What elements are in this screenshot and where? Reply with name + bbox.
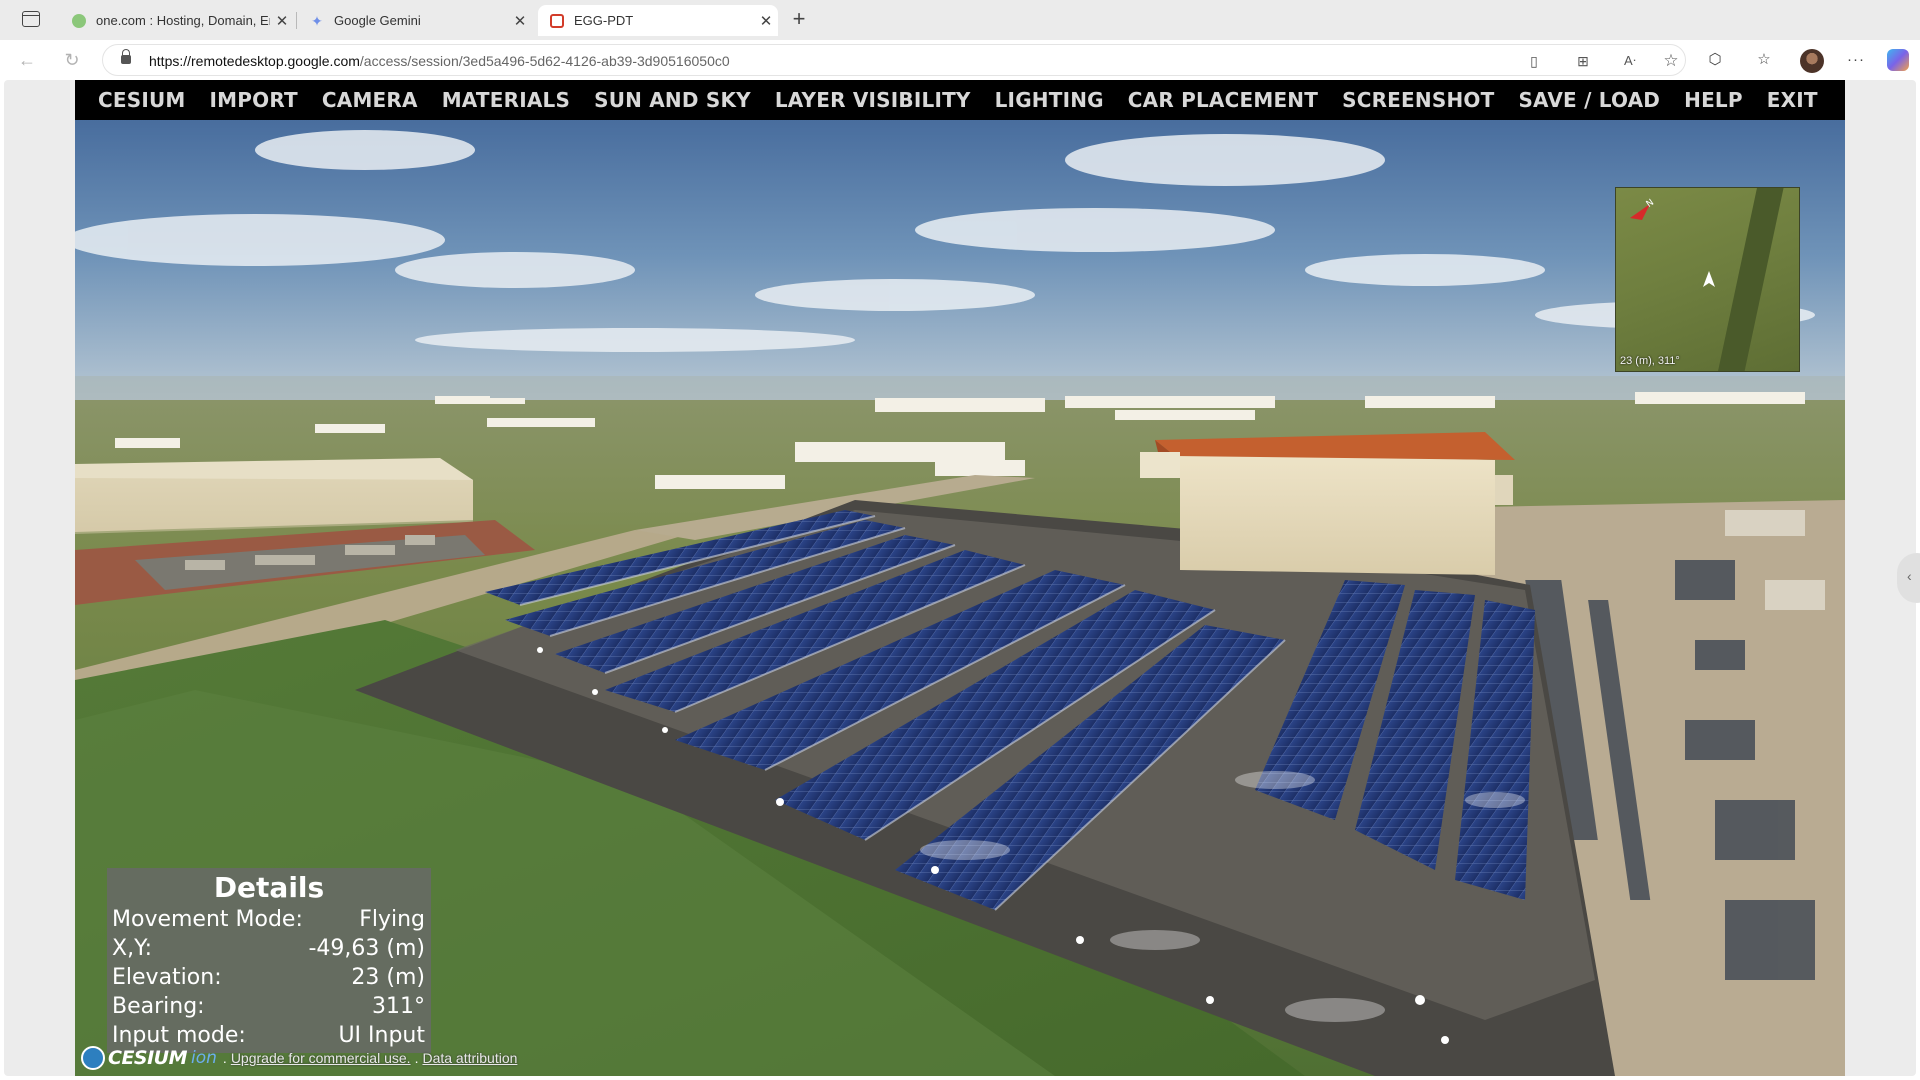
tab-bar: one.com : Hosting, Domain, Email ✕ ✦ Goo… xyxy=(0,0,1920,40)
detail-label: Movement Mode: xyxy=(112,907,303,932)
detail-value: 23 (m) xyxy=(351,965,425,990)
details-panel: Details Movement Mode: Flying X,Y: -49,6… xyxy=(107,868,431,1053)
menu-sun-and-sky[interactable]: SUN AND SKY xyxy=(594,88,751,112)
detail-value: -49,63 (m) xyxy=(308,936,425,961)
detail-row-bearing: Bearing: 311° xyxy=(107,992,431,1021)
favorite-star-icon[interactable]: ☆ xyxy=(1662,52,1680,70)
detail-value: 311° xyxy=(372,994,425,1019)
cesium-ion-logo[interactable]: CESIUM ion xyxy=(81,1046,217,1070)
menu-lighting[interactable]: LIGHTING xyxy=(995,88,1104,112)
address-bar-row: ← ↻ https://remotedesktop.google.com/acc… xyxy=(0,40,1920,80)
back-icon[interactable]: ← xyxy=(16,49,38,71)
favorites-icon[interactable]: ☆ xyxy=(1754,50,1774,70)
reload-icon[interactable]: ↻ xyxy=(61,49,83,71)
player-position-icon xyxy=(1703,271,1715,287)
new-tab-button[interactable]: + xyxy=(788,6,810,34)
close-icon[interactable]: ✕ xyxy=(508,12,532,30)
copilot-icon[interactable] xyxy=(1887,49,1909,71)
tab-one-com[interactable]: one.com : Hosting, Domain, Email ✕ xyxy=(60,5,294,36)
app-install-icon[interactable]: ⊞ xyxy=(1574,52,1592,70)
close-icon[interactable]: ✕ xyxy=(754,12,778,30)
credit-separator: . xyxy=(222,1050,227,1066)
menu-materials[interactable]: MATERIALS xyxy=(442,88,570,112)
more-icon[interactable]: ··· xyxy=(1846,50,1866,70)
sidebar-toggle-icon[interactable] xyxy=(22,11,40,27)
detail-value: Flying xyxy=(359,907,425,932)
detail-row-elevation: Elevation: 23 (m) xyxy=(107,963,431,992)
omnibox[interactable]: https://remotedesktop.google.com/access/… xyxy=(102,44,1686,76)
menu-help[interactable]: HELP xyxy=(1684,88,1743,112)
url-text[interactable]: https://remotedesktop.google.com/access/… xyxy=(149,53,730,69)
credit-separator: . xyxy=(414,1050,419,1066)
cesium-logo-suffix: ion xyxy=(191,1048,217,1068)
cesium-logo-icon xyxy=(81,1046,105,1070)
menu-car-placement[interactable]: CAR PLACEMENT xyxy=(1128,88,1318,112)
save-page-icon[interactable]: ▯ xyxy=(1525,52,1543,70)
menu-save-load[interactable]: SAVE / LOAD xyxy=(1518,88,1660,112)
cesium-logo-text: CESIUM xyxy=(108,1047,188,1069)
detail-row-xy: X,Y: -49,63 (m) xyxy=(107,934,431,963)
menu-cesium[interactable]: CESIUM xyxy=(98,88,186,112)
read-aloud-icon[interactable]: Aᐧ xyxy=(1621,52,1639,70)
menu-import[interactable]: IMPORT xyxy=(210,88,298,112)
one-com-favicon-icon xyxy=(72,13,86,28)
minimap[interactable]: N 23 (m), 311° xyxy=(1615,187,1800,372)
detail-label: X,Y: xyxy=(112,936,152,961)
north-arrow-icon: N xyxy=(1630,198,1656,220)
lock-icon[interactable] xyxy=(121,49,131,64)
extensions-icon[interactable]: ⬡ xyxy=(1705,50,1725,70)
gemini-favicon-icon: ✦ xyxy=(311,12,323,29)
upgrade-link[interactable]: Upgrade for commercial use. xyxy=(231,1050,411,1066)
tab-title: Google Gemini xyxy=(334,13,421,28)
chevron-left-icon: ‹ xyxy=(1907,568,1912,584)
remote-desktop-panel-handle[interactable]: ‹ xyxy=(1897,553,1920,603)
menu-exit[interactable]: EXIT xyxy=(1767,88,1818,112)
menu-camera[interactable]: CAMERA xyxy=(322,88,418,112)
cesium-viewport[interactable]: CESIUM IMPORT CAMERA MATERIALS SUN AND S… xyxy=(75,80,1845,1076)
detail-label: Bearing: xyxy=(112,994,205,1019)
detail-label: Elevation: xyxy=(112,965,222,990)
minimap-readout: 23 (m), 311° xyxy=(1620,355,1680,367)
remote-desktop-favicon-icon xyxy=(550,13,564,28)
tab-title: EGG-PDT xyxy=(574,13,634,28)
menu-layer-visibility[interactable]: LAYER VISIBILITY xyxy=(775,88,971,112)
data-attribution-link[interactable]: Data attribution xyxy=(422,1050,517,1066)
detail-row-movement-mode: Movement Mode: Flying xyxy=(107,905,431,934)
tab-title: one.com : Hosting, Domain, Email xyxy=(96,13,270,28)
close-icon[interactable]: ✕ xyxy=(270,12,294,30)
main-menu-bar: CESIUM IMPORT CAMERA MATERIALS SUN AND S… xyxy=(75,80,1845,120)
menu-screenshot[interactable]: SCREENSHOT xyxy=(1342,88,1494,112)
minimap-road xyxy=(1713,188,1785,371)
url-path: /access/session/3ed5a496-5d62-4126-ab39-… xyxy=(359,53,730,69)
tab-divider xyxy=(296,12,297,29)
url-host: https://remotedesktop.google.com xyxy=(149,53,360,69)
details-title: Details xyxy=(213,871,325,904)
tab-egg-pdt[interactable]: EGG-PDT ✕ xyxy=(538,5,778,36)
cesium-credits: CESIUM ion . Upgrade for commercial use.… xyxy=(81,1043,521,1073)
profile-avatar[interactable] xyxy=(1800,49,1824,73)
tab-google-gemini[interactable]: ✦ Google Gemini ✕ xyxy=(298,5,532,36)
